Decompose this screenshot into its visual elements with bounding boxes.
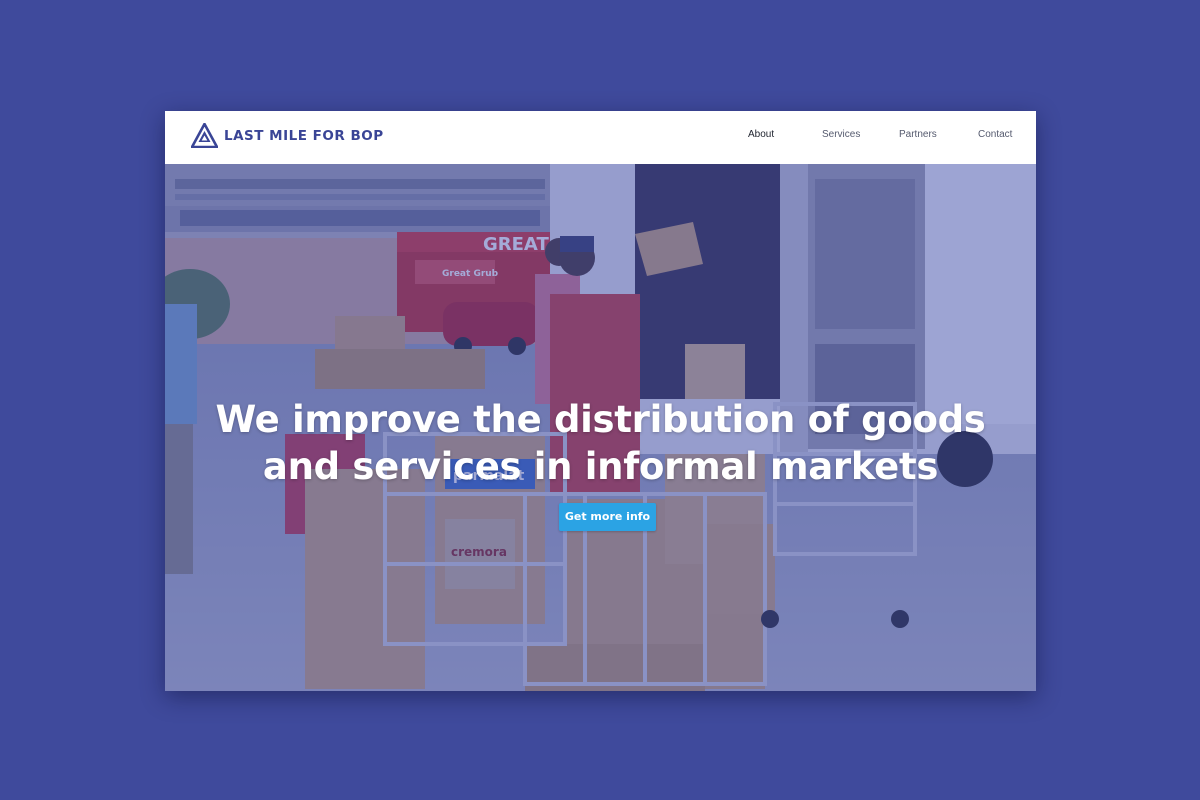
nav-item-about[interactable]: About <box>748 129 774 140</box>
hero-headline-line-1: We improve the distribution of goods <box>215 398 986 441</box>
hero-section: GREAT Great Grub parmalat cremora We imp… <box>165 164 1036 691</box>
nav-item-contact[interactable]: Contact <box>978 129 1012 140</box>
hero-headline-line-2: and services in informal markets <box>262 445 939 488</box>
hero-headline: We improve the distribution of goods and… <box>165 396 1036 490</box>
brand-logo[interactable]: LAST MILE FOR BOP <box>191 123 384 148</box>
nav-item-partners[interactable]: Partners <box>899 129 937 140</box>
navbar: LAST MILE FOR BOP About Services Partner… <box>165 111 1036 164</box>
website-frame: LAST MILE FOR BOP About Services Partner… <box>165 111 1036 691</box>
nav-item-services[interactable]: Services <box>822 129 860 140</box>
brand-name: LAST MILE FOR BOP <box>224 127 384 144</box>
triangle-logo-icon <box>191 123 218 148</box>
get-more-info-button[interactable]: Get more info <box>559 503 656 531</box>
